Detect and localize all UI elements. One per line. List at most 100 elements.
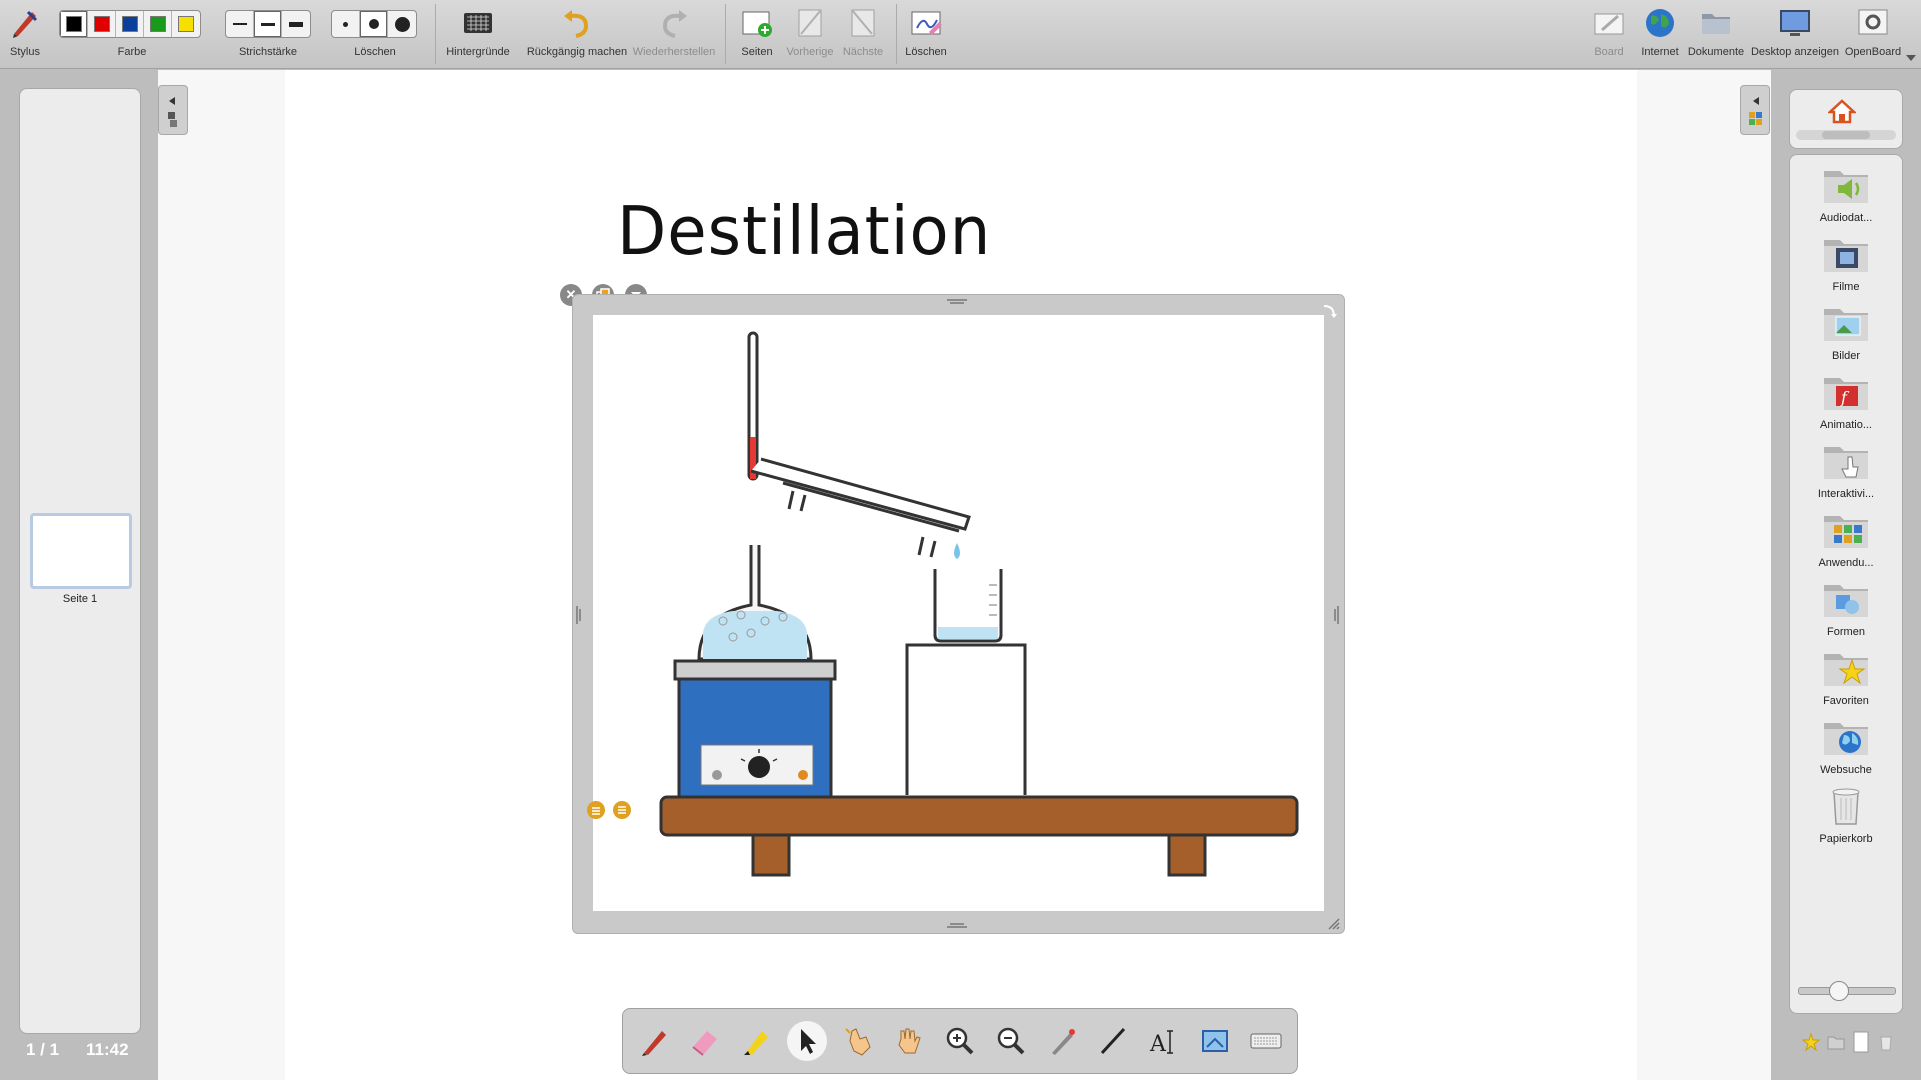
clear-page-icon[interactable] — [909, 6, 943, 40]
color-green[interactable] — [144, 11, 172, 37]
layer-down-icon — [618, 806, 626, 814]
document-title[interactable]: Destillation — [617, 193, 991, 271]
library-item-label: Interaktivi... — [1817, 488, 1875, 500]
eraser-medium[interactable] — [360, 11, 388, 37]
desktop-monitor-icon[interactable] — [1778, 6, 1812, 40]
color-black[interactable] — [60, 11, 88, 37]
library-item-audio[interactable]: Audiodat... — [1790, 165, 1902, 224]
text-icon: A — [1149, 1030, 1173, 1057]
pen-icon — [642, 1031, 667, 1056]
library-item-interactive[interactable]: Interaktivi... — [1790, 441, 1902, 500]
backgrounds-icon[interactable] — [461, 6, 495, 40]
selector-tool[interactable] — [787, 1021, 828, 1061]
interact-tool[interactable] — [838, 1021, 878, 1061]
clear-label: Löschen — [905, 46, 947, 58]
thumbnail-size-slider[interactable] — [1798, 981, 1896, 1001]
eraser-small[interactable] — [332, 11, 360, 37]
stylus-label: Stylus — [10, 46, 40, 58]
library-item-applications[interactable]: Anwendu... — [1790, 510, 1902, 569]
cursor-arrow-icon — [801, 1029, 817, 1054]
stylus-icon[interactable] — [8, 6, 42, 40]
chevron-down-icon[interactable] — [1906, 54, 1916, 62]
laser-pointer-icon — [1051, 1029, 1075, 1055]
eraser-large[interactable] — [388, 11, 416, 37]
collapse-pages-panel-tab[interactable] — [158, 85, 188, 135]
library-item-label: Formen — [1827, 626, 1865, 638]
resize-handle-bottom-icon[interactable] — [945, 921, 969, 931]
undo-icon[interactable] — [560, 6, 594, 40]
delete-trash-icon[interactable] — [1877, 1033, 1895, 1051]
pages-label: Seiten — [741, 46, 773, 58]
new-page-icon[interactable] — [1852, 1031, 1870, 1053]
screen-capture-icon — [1201, 1030, 1228, 1052]
library-item-favorites[interactable]: Favoriten — [1790, 648, 1902, 707]
library-item-web-search[interactable]: Websuche — [1790, 717, 1902, 776]
openboard-label: OpenBoard — [1844, 46, 1902, 58]
distillation-apparatus-illustration — [659, 331, 1299, 877]
home-icon[interactable] — [1828, 98, 1856, 124]
documents-folder-icon[interactable] — [1699, 6, 1733, 40]
add-to-favorites-star-icon[interactable] — [1801, 1033, 1820, 1051]
previous-page-icon[interactable] — [793, 6, 827, 40]
virtual-keyboard-tool[interactable] — [1246, 1021, 1286, 1061]
stroke-label: Strichstärke — [238, 46, 298, 58]
library-item-pictures[interactable]: Bilder — [1790, 303, 1902, 362]
board-icon[interactable] — [1592, 6, 1626, 40]
stroke-medium[interactable] — [254, 11, 282, 37]
eraser-size-selector — [331, 10, 417, 38]
hand-pan-tool[interactable] — [889, 1021, 929, 1061]
highlighter-tool[interactable] — [736, 1021, 776, 1061]
documents-label: Dokumente — [1687, 46, 1745, 58]
bring-forward-button[interactable] — [587, 801, 605, 819]
line-tool[interactable] — [1093, 1021, 1133, 1061]
send-backward-button[interactable] — [613, 801, 631, 819]
pen-tool[interactable] — [634, 1021, 674, 1061]
library-item-shapes[interactable]: Formen — [1790, 579, 1902, 638]
library-item-label: Audiodat... — [1819, 212, 1873, 224]
distillation-image — [593, 315, 1324, 911]
undo-label: Rückgängig machen — [526, 46, 628, 58]
color-yellow[interactable] — [172, 11, 200, 37]
eraser-tool[interactable] — [685, 1021, 725, 1061]
move-handle-top-icon[interactable] — [945, 297, 969, 307]
next-page-icon[interactable] — [846, 6, 880, 40]
library-path-scrollbar[interactable] — [1796, 130, 1896, 140]
board-margin-left — [158, 70, 285, 1080]
slider-handle[interactable] — [1829, 981, 1849, 1001]
scrollbar-thumb[interactable] — [1822, 131, 1870, 139]
clock: 11:42 — [86, 1040, 129, 1059]
collapse-right-icon — [1749, 97, 1762, 125]
add-page-icon[interactable] — [740, 6, 774, 40]
library-item-animations[interactable]: f Animatio... — [1790, 372, 1902, 431]
openboard-settings-icon[interactable] — [1856, 6, 1890, 40]
stroke-selector — [225, 10, 311, 38]
stroke-thick[interactable] — [282, 11, 310, 37]
library-item-label: Anwendu... — [1818, 557, 1874, 569]
color-label: Farbe — [117, 46, 147, 58]
zoom-in-tool[interactable] — [940, 1021, 980, 1061]
new-folder-icon[interactable] — [1827, 1033, 1845, 1051]
color-red[interactable] — [88, 11, 116, 37]
resize-handle-right-icon[interactable] — [1332, 603, 1342, 627]
page-thumbnail[interactable] — [30, 513, 132, 589]
redo-label: Wiederherstellen — [632, 46, 716, 58]
internet-globe-icon[interactable] — [1643, 6, 1677, 40]
stroke-thin[interactable] — [226, 11, 254, 37]
library-item-trash[interactable]: Papierkorb — [1790, 786, 1902, 845]
text-tool[interactable]: A — [1144, 1021, 1184, 1061]
library-item-movies[interactable]: Filme — [1790, 234, 1902, 293]
resize-handle-left-icon[interactable] — [573, 603, 583, 627]
resize-corner-icon[interactable] — [1325, 915, 1341, 931]
separator — [896, 4, 897, 64]
zoom-out-tool[interactable] — [991, 1021, 1031, 1061]
capture-tool[interactable] — [1195, 1021, 1235, 1061]
color-blue[interactable] — [116, 11, 144, 37]
page-thumbnail-label: Seite 1 — [62, 593, 98, 605]
collapse-library-panel-tab[interactable] — [1740, 85, 1770, 135]
library-item-label: Animatio... — [1820, 419, 1872, 431]
laser-pointer-tool[interactable] — [1042, 1021, 1082, 1061]
web-search-globe-icon — [1824, 723, 1868, 755]
backgrounds-label: Hintergründe — [446, 46, 510, 58]
redo-icon[interactable] — [657, 6, 691, 40]
image-object-frame[interactable] — [572, 294, 1345, 934]
